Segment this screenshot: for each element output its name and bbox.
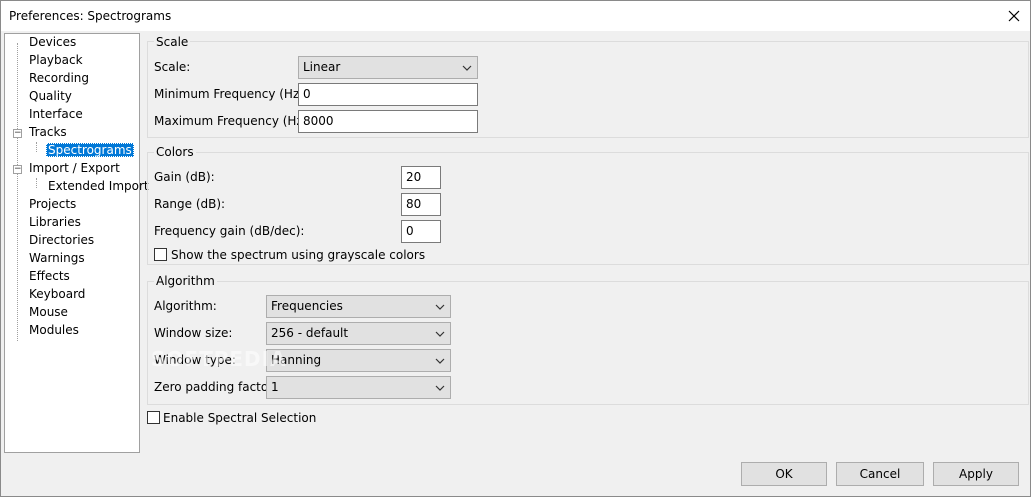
grayscale-label[interactable]: Show the spectrum using grayscale colors [171, 247, 425, 263]
close-button[interactable] [998, 1, 1030, 31]
chevron-down-icon [435, 331, 445, 337]
scale-value: Linear [303, 60, 341, 74]
tree-item-warnings[interactable]: Warnings [27, 250, 87, 268]
window-type-dropdown[interactable]: Hanning [266, 349, 451, 372]
chevron-down-icon [435, 385, 445, 391]
import-export-expander[interactable]: − [13, 165, 22, 174]
spectral-selection-checkbox[interactable] [147, 411, 160, 424]
zero-padding-value: 1 [271, 380, 279, 394]
tree-item-devices[interactable]: Devices [27, 34, 78, 52]
chevron-down-icon [435, 304, 445, 310]
title-bar: Preferences: Spectrograms [1, 1, 1030, 31]
scale-label: Scale: [154, 60, 191, 74]
scale-group-title: Scale [154, 35, 191, 49]
tree-item-import-export[interactable]: Import / Export [27, 160, 122, 178]
range-input[interactable]: 80 [401, 193, 441, 216]
min-frequency-input[interactable]: 0 [298, 83, 478, 106]
grayscale-checkbox[interactable] [154, 248, 167, 261]
tree-connector [36, 142, 37, 152]
algorithm-value: Frequencies [271, 299, 343, 313]
tree-item-mouse[interactable]: Mouse [27, 304, 70, 322]
ok-button[interactable]: OK [741, 462, 827, 486]
colors-group-title: Colors [154, 145, 196, 159]
tree-connector [17, 43, 18, 341]
max-frequency-label: Maximum Frequency (Hz): [154, 114, 312, 128]
algorithm-label: Algorithm: [154, 299, 217, 313]
tree-item-directories[interactable]: Directories [27, 232, 96, 250]
tree-item-libraries[interactable]: Libraries [27, 214, 83, 232]
tracks-expander[interactable]: − [13, 129, 22, 138]
apply-button[interactable]: Apply [933, 462, 1019, 486]
range-label: Range (dB): [154, 197, 226, 211]
close-icon [1008, 10, 1020, 22]
tree-item-extended-import[interactable]: Extended Import [46, 178, 151, 196]
gain-input[interactable]: 20 [401, 166, 441, 189]
tree-item-playback[interactable]: Playback [27, 52, 85, 70]
min-frequency-label: Minimum Frequency (Hz): [154, 87, 308, 101]
category-tree[interactable]: Devices Playback Recording Quality Inter… [4, 33, 149, 453]
window-size-dropdown[interactable]: 256 - default [266, 322, 451, 345]
tree-item-tracks[interactable]: Tracks [27, 124, 69, 142]
zero-padding-dropdown[interactable]: 1 [266, 376, 451, 399]
window-title: Preferences: Spectrograms [9, 9, 172, 23]
frequency-gain-label: Frequency gain (dB/dec): [154, 224, 305, 238]
watermark: SOFTPEDIA [151, 347, 287, 371]
preferences-window: Preferences: Spectrograms Devices Playba… [0, 0, 1031, 497]
window-size-value: 256 - default [271, 326, 349, 340]
tree-item-keyboard[interactable]: Keyboard [27, 286, 87, 304]
algorithm-dropdown[interactable]: Frequencies [266, 295, 451, 318]
tree-item-modules[interactable]: Modules [27, 322, 81, 340]
chevron-down-icon [435, 358, 445, 364]
spectral-selection-label[interactable]: Enable Spectral Selection [163, 410, 316, 426]
tree-item-projects[interactable]: Projects [27, 196, 78, 214]
zero-padding-label: Zero padding factor: [154, 380, 277, 394]
tree-item-interface[interactable]: Interface [27, 106, 85, 124]
gain-label: Gain (dB): [154, 170, 215, 184]
tree-item-recording[interactable]: Recording [27, 70, 91, 88]
scale-dropdown[interactable]: Linear [298, 56, 478, 79]
window-size-label: Window size: [154, 326, 233, 340]
tree-item-spectrograms[interactable]: Spectrograms [46, 142, 134, 160]
tree-item-quality[interactable]: Quality [27, 88, 74, 106]
max-frequency-input[interactable]: 8000 [298, 110, 478, 133]
chevron-down-icon [462, 65, 472, 71]
tree-connector [36, 178, 37, 188]
algorithm-group-title: Algorithm [154, 274, 217, 288]
tree-item-effects[interactable]: Effects [27, 268, 72, 286]
frequency-gain-input[interactable]: 0 [401, 220, 441, 243]
cancel-button[interactable]: Cancel [836, 462, 924, 486]
